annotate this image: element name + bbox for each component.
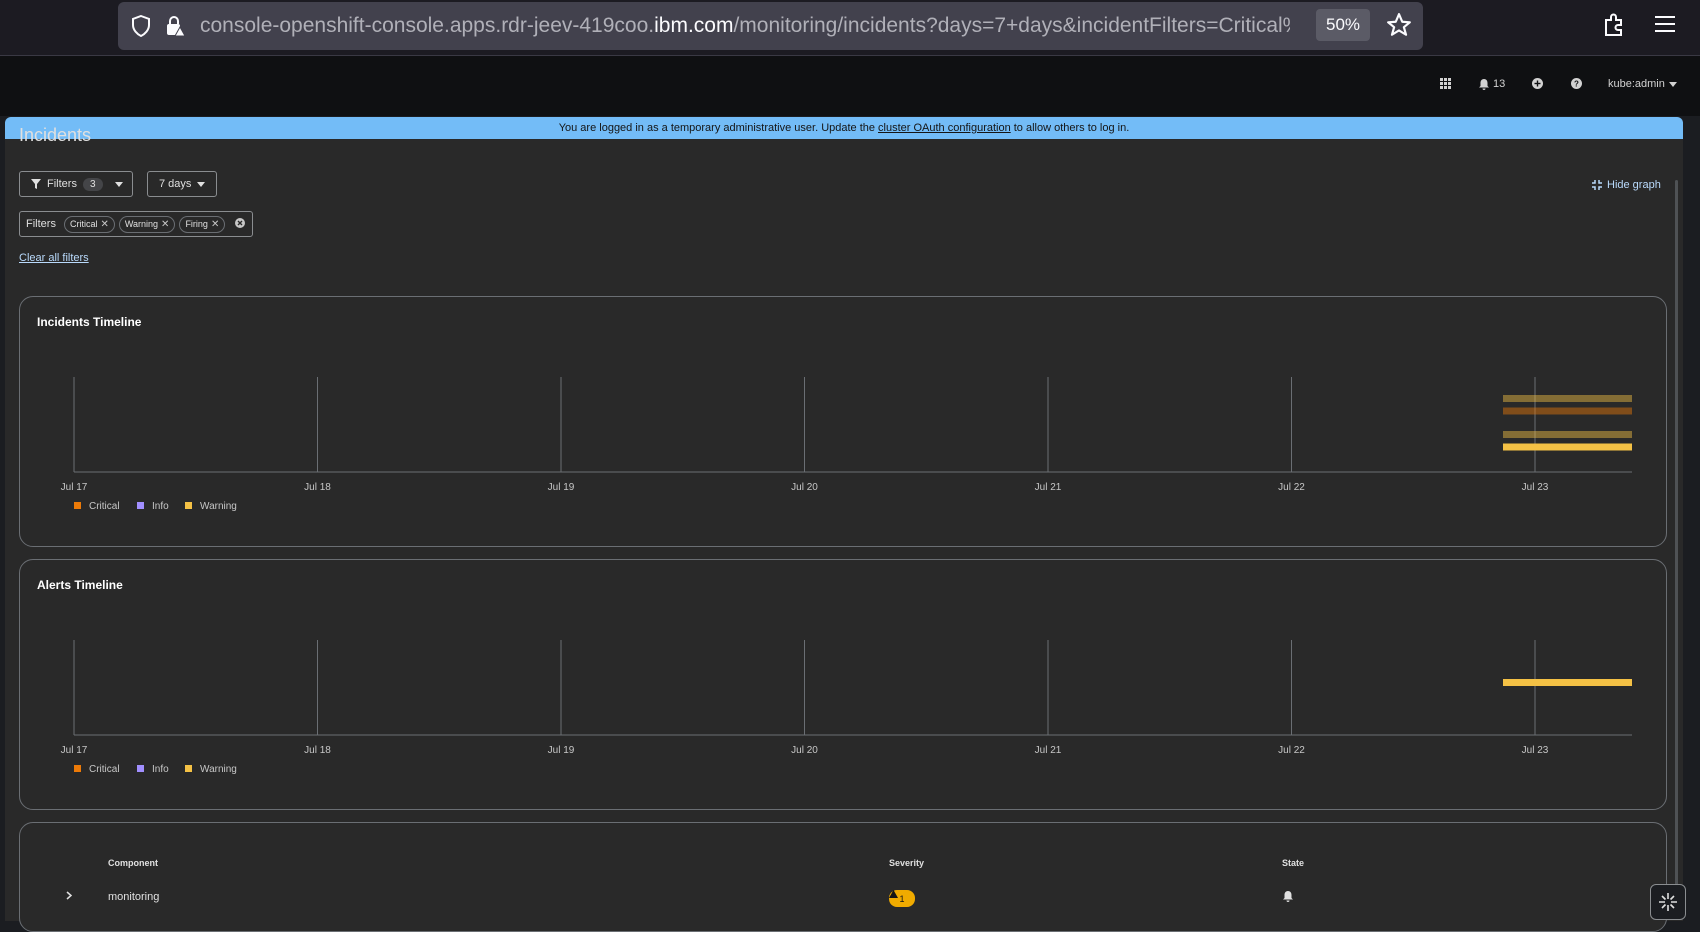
caret-down-icon [114, 181, 123, 187]
days-dropdown[interactable]: 7 days [147, 171, 217, 197]
close-icon[interactable]: ✕ [161, 219, 169, 230]
chip-warning: Warning ✕ [118, 215, 176, 233]
legend-label-warning: Warning [200, 501, 237, 512]
incidents-table-card: Component Severity State monitoring 1 [19, 822, 1667, 932]
column-header-severity[interactable]: Severity [889, 858, 924, 868]
zoom-level-button[interactable]: 50% [1316, 9, 1370, 41]
alerts-timeline-chart: Jul 17 Jul 18 Jul 19 Jul 20 Jul 21 Jul 22 Jul … [61, 640, 1632, 775]
extensions-icon[interactable] [1602, 12, 1626, 43]
x-tick-label: Jul 19 [548, 482, 575, 493]
filters-label: Filters [47, 178, 77, 190]
chip-label: Firing [185, 219, 208, 229]
filters-dropdown[interactable]: Filters 3 [19, 171, 133, 197]
chip-label: Critical [69, 219, 98, 229]
address-bar[interactable]: console-openshift-console.apps.rdr-jeev-… [118, 2, 1423, 50]
url-text[interactable]: console-openshift-console.apps.rdr-jeev-… [200, 14, 1290, 38]
timeline-bar-warning [1503, 443, 1632, 451]
timeline-bar-critical [1503, 407, 1632, 415]
warning-triangle-icon [889, 890, 898, 898]
caret-down-icon [1668, 81, 1677, 87]
banner-text-before: You are logged in as a temporary adminis… [558, 122, 876, 134]
column-header-component[interactable]: Component [108, 858, 158, 868]
chip-critical: Critical ✕ [63, 215, 115, 233]
clear-chips-icon[interactable] [235, 215, 246, 233]
browser-toolbar: console-openshift-console.apps.rdr-jeev-… [0, 0, 1700, 56]
legend-swatch-critical [74, 765, 81, 772]
filters-count-badge: 3 [82, 177, 103, 191]
severity-warning-badge: 1 [889, 890, 915, 907]
quick-action-button[interactable] [1650, 884, 1686, 920]
legend-swatch-info [137, 502, 144, 509]
legend-swatch-critical [74, 502, 81, 509]
banner-text-after: to allow others to log in. [1013, 122, 1130, 134]
main-content: Incidents Filters 3 7 days Hide graph Fi… [5, 125, 1683, 932]
username: kube:admin [1608, 78, 1665, 90]
legend-swatch-info [137, 765, 144, 772]
timeline-bar-warning [1503, 431, 1632, 438]
chip-firing: Firing ✕ [179, 215, 226, 233]
oauth-config-link[interactable]: cluster OAuth configuration [878, 122, 1011, 134]
compress-icon [1592, 180, 1602, 190]
timeline-bar-warning [1503, 395, 1632, 402]
legend-label-critical: Critical [89, 501, 120, 512]
x-tick-label: Jul 18 [304, 482, 331, 493]
hide-graph-label: Hide graph [1607, 179, 1661, 191]
chip-label: Warning [124, 219, 159, 229]
row-component: monitoring [108, 891, 160, 903]
legend-label-info: Info [152, 764, 169, 775]
x-tick-label: Jul 23 [1522, 482, 1549, 493]
lock-warning-icon[interactable] [164, 15, 186, 37]
x-tick-label: Jul 17 [61, 482, 88, 493]
svg-text:?: ? [1574, 80, 1579, 89]
x-tick-label: Jul 20 [791, 745, 818, 756]
column-header-state[interactable]: State [1282, 858, 1304, 868]
bell-icon [1479, 78, 1489, 90]
x-tick-label: Jul 21 [1035, 745, 1062, 756]
x-tick-label: Jul 22 [1278, 482, 1305, 493]
clear-all-filters-link[interactable]: Clear all filters [19, 252, 89, 264]
shield-icon[interactable] [130, 15, 152, 37]
x-tick-label: Jul 21 [1035, 482, 1062, 493]
alerts-timeline-card: Alerts Timeline Jul 17 Jul 18 Jul 19 Jul 20… [19, 559, 1667, 810]
notification-count: 13 [1493, 78, 1506, 90]
x-tick-label: Jul 22 [1278, 745, 1305, 756]
x-tick-label: Jul 23 [1522, 745, 1549, 756]
x-tick-label: Jul 17 [61, 745, 88, 756]
close-icon[interactable]: ✕ [100, 219, 108, 230]
x-tick-label: Jul 20 [791, 482, 818, 493]
caret-down-icon [197, 181, 206, 187]
active-filters-chip-group: Filters Critical ✕ Warning ✕ Firing ✕ [19, 211, 253, 237]
filter-icon [31, 179, 41, 189]
days-label: 7 days [159, 178, 192, 190]
hide-graph-button[interactable]: Hide graph [1592, 179, 1661, 191]
legend-label-info: Info [152, 501, 169, 512]
page-title: Incidents [19, 125, 92, 145]
incidents-timeline-chart: Jul 17 Jul 18 Jul 19 Jul 20 Jul 21 Jul 22 Jul … [61, 377, 1632, 512]
app-launcher-icon[interactable] [1440, 78, 1451, 89]
legend-label-warning: Warning [200, 764, 237, 775]
sparkle-icon [1659, 893, 1677, 911]
timeline-bar-warning [1503, 679, 1632, 686]
bookmark-star-icon[interactable] [1386, 12, 1412, 43]
close-icon[interactable]: ✕ [211, 219, 219, 230]
page-scrollbar[interactable] [1675, 180, 1678, 920]
temporary-admin-banner: You are logged in as a temporary adminis… [5, 117, 1683, 139]
notifications-button[interactable]: 13 [1479, 78, 1505, 90]
chip-group-label: Filters [26, 218, 56, 230]
x-tick-label: Jul 19 [548, 745, 575, 756]
add-icon[interactable] [1532, 78, 1543, 89]
legend-label-critical: Critical [89, 764, 120, 775]
help-icon[interactable]: ? [1571, 78, 1582, 89]
hamburger-menu-icon[interactable] [1655, 14, 1677, 39]
legend-swatch-warning [185, 765, 192, 772]
x-tick-label: Jul 18 [304, 745, 331, 756]
legend-swatch-warning [185, 502, 192, 509]
incidents-timeline-card: Incidents Timeline Jul 17 Jul 18 Jul 19 Jul… [19, 296, 1667, 547]
user-menu[interactable]: kube:admin [1608, 78, 1677, 90]
severity-count: 1 [899, 893, 905, 904]
